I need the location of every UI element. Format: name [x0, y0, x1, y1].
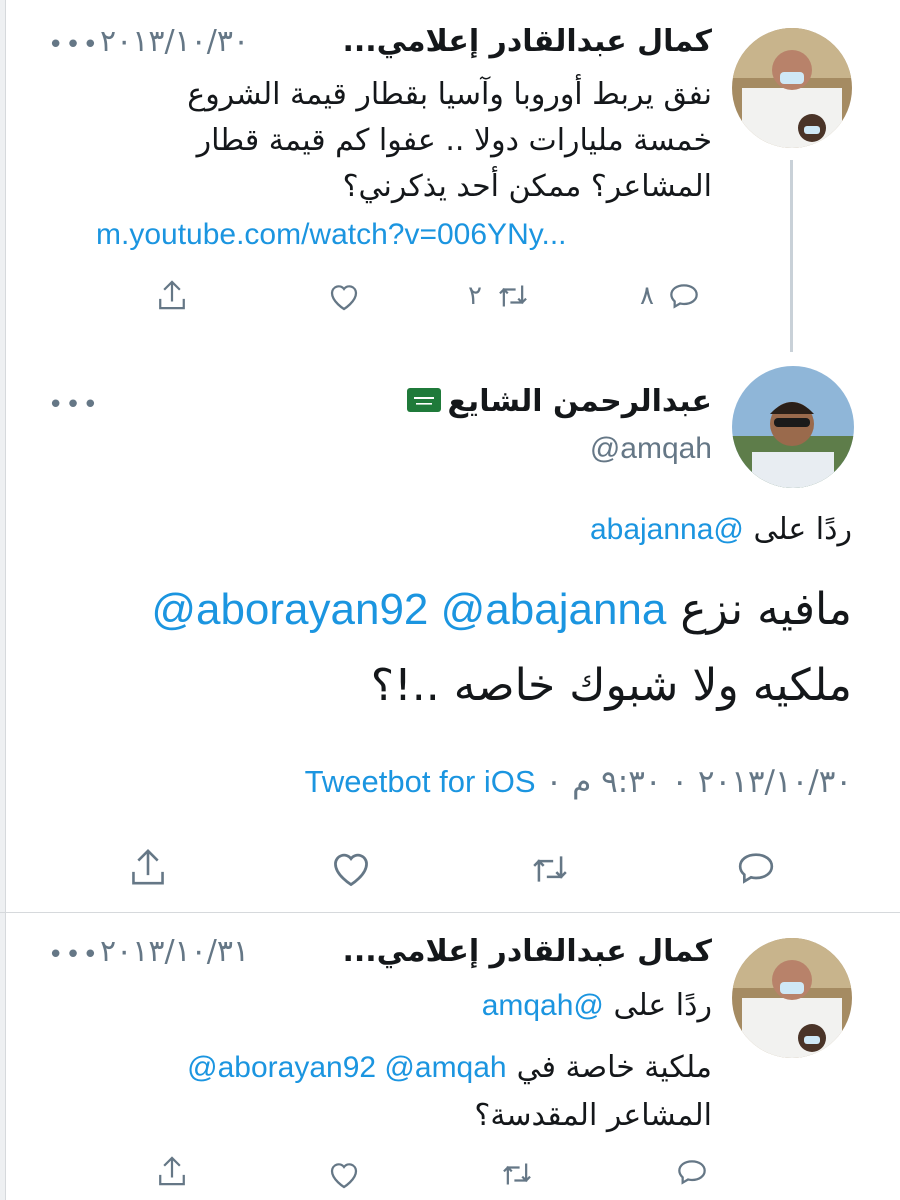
reply-mention-link[interactable]: @amqah	[482, 989, 604, 1022]
tweet-mentions[interactable]: @aborayan92 @amqah	[187, 1044, 506, 1092]
thread-connector	[790, 160, 793, 352]
reply-icon	[668, 280, 700, 312]
reply-prefix: ردًا على	[613, 988, 712, 1023]
tweet-text-words: مافيه نزع	[680, 584, 852, 635]
saudi-flag-icon	[407, 387, 442, 416]
tweet-date[interactable]: ٢٠١٣/١٠/٣٠	[100, 24, 249, 59]
source-app-link[interactable]: Tweetbot for iOS	[305, 764, 536, 800]
more-icon[interactable]: •••	[48, 30, 100, 60]
tweet-text-line: ملكيه ولا شبوك خاصه ..!؟	[370, 660, 852, 711]
reply-button[interactable]: ٨	[640, 280, 700, 312]
tweet-mentions[interactable]: @aborayan92 @abajanna	[151, 572, 666, 648]
tweet-text: ملكية خاصة في @aborayan92 @amqah المشاعر…	[187, 1044, 712, 1140]
tweet-timestamp: ٢٠١٣/١٠/٣٠ ٠ ٩:٣٠ م ٠	[545, 764, 852, 800]
retweet-icon	[496, 280, 530, 312]
avatar[interactable]	[732, 938, 852, 1058]
retweet-icon[interactable]	[500, 1158, 534, 1194]
like-icon[interactable]	[328, 282, 360, 316]
name-row[interactable]: عبدالرحمن الشايع	[407, 384, 712, 419]
tweet-text-line: المشاعر المقدسة؟	[474, 1098, 712, 1133]
tweet-link[interactable]: m.youtube.com/watch?v=006YNy...	[96, 218, 567, 252]
reply-context: ردًا على @amqah	[482, 988, 712, 1023]
reply-prefix: ردًا على	[753, 512, 852, 547]
share-icon[interactable]	[128, 846, 168, 892]
avatar[interactable]	[732, 28, 852, 148]
tweet-meta-row: ٢٠١٣/١٠/٣٠ ٠ ٩:٣٠ م ٠ Tweetbot for iOS	[305, 764, 852, 800]
retweet-button[interactable]: ٢	[468, 280, 530, 312]
tweet-text-words: ملكية خاصة في	[516, 1050, 712, 1085]
like-icon[interactable]	[330, 850, 372, 892]
tweet-text-line: نفق يربط أوروبا وآسيا بقطار قيمة الشروع	[187, 77, 712, 112]
tweet-text-line: خمسة مليارات دولا .. عفوا كم قيمة قطار	[196, 123, 712, 158]
tweet-text: نفق يربط أوروبا وآسيا بقطار قيمة الشروع …	[92, 72, 712, 210]
tweet-date[interactable]: ٢٠١٣/١٠/٣١	[100, 934, 249, 969]
avatar[interactable]	[732, 366, 854, 488]
tweet-text-line: ملكية خاصة في @aborayan92 @amqah	[187, 1044, 712, 1092]
like-icon[interactable]	[328, 1160, 360, 1194]
share-icon[interactable]	[156, 278, 188, 316]
reply-icon[interactable]	[736, 848, 776, 892]
tweet-text-line: المشاعر؟ ممكن أحد يذكرني؟	[342, 169, 712, 204]
left-panel-border	[0, 0, 6, 1200]
author-name[interactable]: كمال عبدالقادر إعلامي...	[342, 24, 712, 59]
author-name[interactable]: كمال عبدالقادر إعلامي...	[342, 934, 712, 969]
tweet-divider	[0, 912, 900, 913]
retweet-count: ٢	[468, 281, 482, 311]
reply-icon[interactable]	[676, 1156, 708, 1192]
tweet-text: مافيه نزع @aborayan92 @abajanna ملكيه ول…	[151, 572, 852, 724]
reply-context: ردًا على @abajanna	[590, 512, 852, 547]
retweet-icon[interactable]	[528, 850, 572, 892]
more-icon[interactable]: •••	[48, 940, 100, 970]
author-name: عبدالرحمن الشايع	[447, 384, 712, 419]
reply-mention-link[interactable]: @abajanna	[590, 513, 744, 546]
more-icon[interactable]: •••	[48, 390, 100, 420]
share-icon[interactable]	[156, 1154, 188, 1192]
reply-count: ٨	[640, 281, 654, 311]
tweet-text-line: مافيه نزع @aborayan92 @abajanna	[151, 572, 852, 648]
author-handle[interactable]: @amqah	[590, 432, 712, 466]
